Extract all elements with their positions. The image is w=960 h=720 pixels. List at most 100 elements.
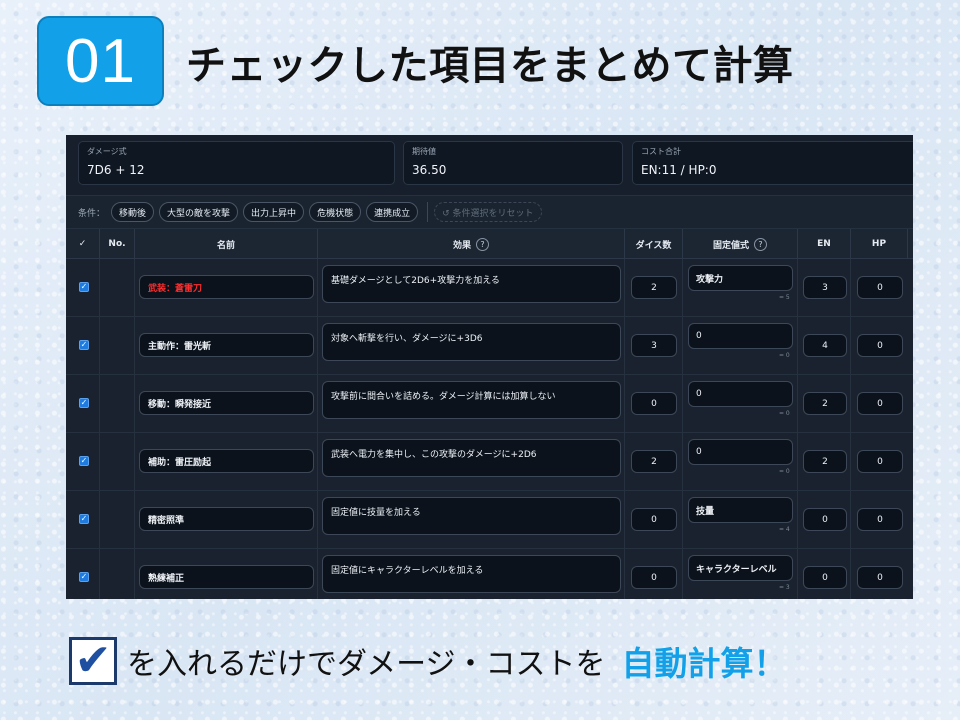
damage-formula-box: ダメージ式 7D6 + 12	[78, 141, 395, 185]
dice-input[interactable]: 2	[631, 276, 677, 299]
condition-chip-linked[interactable]: 連携成立	[366, 202, 419, 222]
check-cell: ✓	[66, 549, 100, 599]
row-checkbox[interactable]: ✓	[79, 456, 89, 466]
check-cell: ✓	[66, 433, 100, 491]
condition-chip-large-enemy[interactable]: 大型の敵を攻撃	[159, 202, 239, 222]
table-row: ✓6熟練補正固定値にキャラクターレベルを加える0キャラクターレベル= 300	[66, 549, 913, 599]
fixed-formula-input[interactable]: 0	[688, 381, 793, 407]
damage-formula-label: ダメージ式	[87, 147, 127, 156]
no-cell: 4	[100, 433, 153, 491]
slide-number-badge: 01	[37, 16, 164, 106]
dice-input[interactable]: 2	[631, 450, 677, 473]
expected-value-label: 期待値	[412, 147, 436, 156]
check-cell: ✓	[66, 375, 100, 433]
dice-input[interactable]: 0	[631, 392, 677, 415]
bottom-caption: ✔ を入れるだけでダメージ・コストを 自動計算！	[69, 636, 787, 686]
table-row: ✓4補助：雷圧励起武装へ電力を集中し、この攻撃のダメージに+2D620= 020	[66, 433, 913, 491]
header-fixed: 固定値式 ?	[683, 229, 798, 259]
reset-conditions-button[interactable]: ↺ 条件選択をリセット	[434, 202, 542, 222]
table-row: ✓3移動：瞬発接近攻撃前に間合いを詰める。ダメージ計算には加算しない00= 02…	[66, 375, 913, 433]
effect-textarea[interactable]: 固定値にキャラクターレベルを加える	[322, 555, 621, 593]
dice-input[interactable]: 0	[631, 508, 677, 531]
row-checkbox[interactable]: ✓	[79, 398, 89, 408]
effect-textarea[interactable]: 攻撃前に間合いを詰める。ダメージ計算には加算しない	[322, 381, 621, 419]
row-checkbox[interactable]: ✓	[79, 572, 89, 582]
header-check: ✓	[66, 229, 100, 259]
table-row: ✓5精密照準固定値に技量を加える0技量= 400	[66, 491, 913, 549]
header-en: EN	[798, 229, 851, 259]
fixed-result: = 0	[779, 352, 790, 359]
condition-label: 条件：	[78, 208, 106, 219]
table-header: ✓ No. 名前 効果 ? ダイス数 固定値式 ? EN HP	[66, 229, 913, 259]
condition-divider	[427, 202, 429, 222]
slide-headline: チェックした項目をまとめて計算	[186, 43, 794, 89]
fixed-result: = 4	[779, 526, 790, 533]
header-name: 名前	[135, 229, 318, 259]
expected-value-box: 期待値 36.50	[403, 141, 623, 185]
header-fixed-label: 固定値式	[712, 240, 749, 251]
hp-input[interactable]: 0	[857, 450, 903, 473]
effect-textarea[interactable]: 固定値に技量を加える	[322, 497, 621, 535]
cost-total-label: コスト合計	[641, 147, 681, 156]
fixed-formula-input[interactable]: 0	[688, 323, 793, 349]
name-input[interactable]: 熟練補正	[139, 565, 314, 589]
damage-formula-value: 7D6 + 12	[87, 163, 145, 177]
no-cell: 5	[100, 491, 153, 549]
en-input[interactable]: 3	[803, 276, 847, 299]
effect-textarea[interactable]: 武装へ電力を集中し、この攻撃のダメージに+2D6	[322, 439, 621, 477]
name-input[interactable]: 精密照準	[139, 507, 314, 531]
calculator-app: ダメージ式 7D6 + 12 期待値 36.50 コスト合計 EN:11 / H…	[66, 135, 913, 599]
effect-help-icon[interactable]: ?	[476, 237, 489, 251]
fixed-formula-input[interactable]: 技量	[688, 497, 793, 523]
en-input[interactable]: 2	[803, 450, 847, 473]
hp-input[interactable]: 0	[857, 508, 903, 531]
en-input[interactable]: 2	[803, 392, 847, 415]
fixed-help-icon[interactable]: ?	[754, 237, 767, 251]
hp-input[interactable]: 0	[857, 392, 903, 415]
en-input[interactable]: 0	[803, 566, 847, 589]
table-row: ✓ 1武装：蒼雷刀基礎ダメージとして2D6+攻撃力を加える 2 攻撃力 = 5 30	[66, 259, 913, 317]
name-input[interactable]: 移動：瞬発接近	[139, 391, 314, 415]
bottom-caption-text: を入れるだけでダメージ・コストを	[127, 647, 606, 682]
header-dice: ダイス数	[625, 229, 683, 259]
en-input[interactable]: 0	[803, 508, 847, 531]
check-cell: ✓	[66, 491, 100, 549]
row-checkbox[interactable]: ✓	[79, 514, 89, 524]
condition-chip-crisis[interactable]: 危機状態	[309, 202, 362, 222]
no-cell: 6	[100, 549, 153, 599]
hp-input[interactable]: 0	[857, 334, 903, 357]
header-effect: 効果 ?	[318, 229, 625, 259]
check-mark-icon: ✔	[69, 637, 117, 685]
check-cell: ✓	[66, 259, 100, 317]
row-checkbox[interactable]: ✓	[79, 340, 89, 350]
dice-input[interactable]: 0	[631, 566, 677, 589]
fixed-result: = 5	[779, 294, 790, 301]
fixed-formula-input[interactable]: キャラクターレベル	[688, 555, 793, 581]
condition-chip-power-up[interactable]: 出力上昇中	[243, 202, 305, 222]
effect-textarea[interactable]: 対象へ斬撃を行い、ダメージに+3D6	[322, 323, 621, 361]
fixed-result: = 0	[779, 468, 790, 475]
name-input[interactable]: 武装：蒼雷刀	[139, 275, 314, 299]
header-effect-label: 効果	[452, 240, 471, 251]
en-input[interactable]: 4	[803, 334, 847, 357]
dice-input[interactable]: 3	[631, 334, 677, 357]
summary-bar: ダメージ式 7D6 + 12 期待値 36.50 コスト合計 EN:11 / H…	[66, 135, 913, 191]
effect-textarea[interactable]: 基礎ダメージとして2D6+攻撃力を加える	[322, 265, 621, 303]
hp-input[interactable]: 0	[857, 276, 903, 299]
fixed-formula-input[interactable]: 攻撃力	[688, 265, 793, 291]
hp-input[interactable]: 0	[857, 566, 903, 589]
no-cell: 1	[100, 259, 153, 317]
name-input[interactable]: 主動作：雷光斬	[139, 333, 314, 357]
cost-total-box: コスト合計 EN:11 / HP:0	[632, 141, 913, 185]
table-row: ✓2主動作：雷光斬対象へ斬撃を行い、ダメージに+3D630= 040	[66, 317, 913, 375]
row-checkbox[interactable]: ✓	[79, 282, 89, 292]
no-cell: 3	[100, 375, 153, 433]
header-hp: HP	[851, 229, 908, 259]
check-cell: ✓	[66, 317, 100, 375]
fixed-formula-input[interactable]: 0	[688, 439, 793, 465]
header-no: No.	[100, 229, 135, 259]
name-input[interactable]: 補助：雷圧励起	[139, 449, 314, 473]
fixed-result: = 3	[779, 584, 790, 591]
bottom-caption-accent: 自動計算！	[621, 644, 787, 683]
condition-chip-after-move[interactable]: 移動後	[111, 202, 155, 222]
